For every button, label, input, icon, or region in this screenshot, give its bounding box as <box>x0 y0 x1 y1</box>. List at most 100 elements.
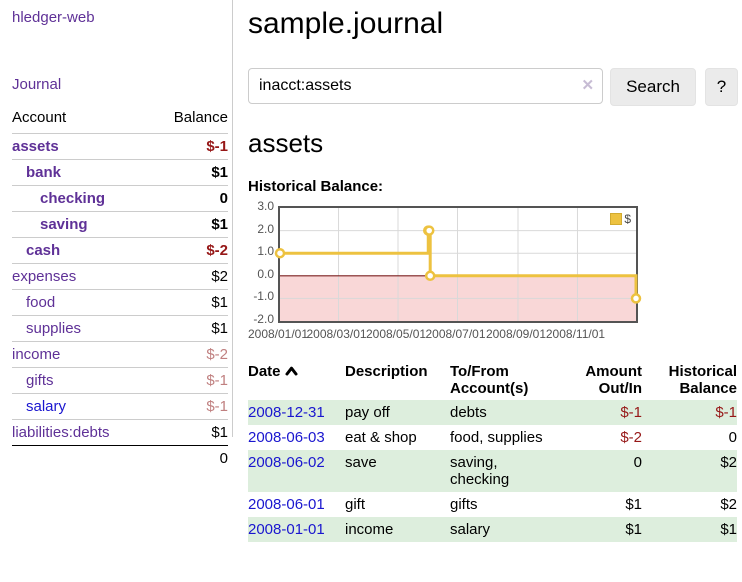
y-axis-label: 0.0 <box>248 267 274 281</box>
transaction-description: gift <box>345 492 450 517</box>
transaction-date-link[interactable]: 2008-06-01 <box>248 496 325 513</box>
balance-col-header: Balance <box>151 109 228 134</box>
y-axis-label: 2.0 <box>248 222 274 236</box>
transaction-row: 2008-12-31 pay off debts $-1 $-1 <box>248 400 737 425</box>
chart-legend: $ <box>610 212 631 226</box>
account-row: liabilities:debts $1 <box>12 420 228 446</box>
register-col-description: Description <box>345 360 450 400</box>
sidebar-divider <box>232 0 233 437</box>
accounts-total-row: 0 <box>12 446 228 472</box>
accounts-table-body: assets $-1 bank $1 checking 0 saving $1 … <box>12 134 228 446</box>
y-axis-label: 3.0 <box>248 199 274 213</box>
clear-search-icon[interactable]: ✕ <box>582 76 595 94</box>
page-title: sample.journal <box>248 7 738 41</box>
account-balance: 0 <box>151 186 228 212</box>
app-title-link[interactable]: hledger-web <box>12 9 95 26</box>
transaction-description: income <box>345 517 450 542</box>
account-balance: $1 <box>151 316 228 342</box>
transaction-accounts: salary <box>450 517 570 542</box>
main-content: sample.journal ✕ Search ? assets Histori… <box>248 0 738 542</box>
account-link[interactable]: expenses <box>12 268 76 285</box>
sort-ascending-icon[interactable] <box>285 363 298 380</box>
legend-label: $ <box>624 212 631 226</box>
account-balance: $-1 <box>151 394 228 420</box>
account-balance: $1 <box>151 290 228 316</box>
accounts-balance-table: Account Balance assets $-1 bank $1 check… <box>12 109 228 471</box>
account-row: cash $-2 <box>12 238 228 264</box>
transaction-row: 2008-01-01 income salary $1 $1 <box>248 517 737 542</box>
transaction-date-link[interactable]: 2008-06-03 <box>248 429 325 446</box>
transaction-date-link[interactable]: 2008-01-01 <box>248 521 325 538</box>
transaction-accounts: saving, checking <box>450 450 570 492</box>
account-balance: $1 <box>151 160 228 186</box>
legend-swatch-icon <box>610 213 622 225</box>
account-link[interactable]: assets <box>12 138 59 155</box>
historical-balance-chart: 3.02.01.00.0-1.0-2.0 $ 2008/01/012008/03… <box>248 204 738 344</box>
account-balance: $1 <box>151 212 228 238</box>
y-axis-label: 1.0 <box>248 244 274 258</box>
transaction-balance: $1 <box>642 517 737 542</box>
account-row: gifts $-1 <box>12 368 228 394</box>
account-link[interactable]: saving <box>12 216 88 233</box>
transaction-row: 2008-06-03 eat & shop food, supplies $-2… <box>248 425 737 450</box>
account-link[interactable]: gifts <box>12 372 54 389</box>
account-balance: $-1 <box>151 134 228 160</box>
accounts-col-header: Account <box>12 109 151 134</box>
account-link[interactable]: cash <box>12 242 60 259</box>
transaction-balance: $2 <box>642 450 737 492</box>
search-button[interactable]: Search <box>610 68 696 106</box>
register-col-accounts: To/From Account(s) <box>450 360 570 400</box>
account-link[interactable]: liabilities:debts <box>12 424 110 441</box>
data-point-marker <box>425 227 433 235</box>
sidebar-item-journal[interactable]: Journal <box>12 76 61 93</box>
register-col-balance: Historical Balance <box>642 360 737 400</box>
chart-plot-area[interactable]: $ <box>278 206 638 323</box>
account-row: food $1 <box>12 290 228 316</box>
account-link[interactable]: supplies <box>12 320 81 337</box>
search-input[interactable] <box>248 68 603 104</box>
data-point-marker <box>426 272 434 280</box>
register-col-date[interactable]: Date <box>248 360 345 400</box>
transaction-amount: 0 <box>570 450 642 492</box>
account-link[interactable]: bank <box>12 164 61 181</box>
register-col-amount: Amount Out/In <box>570 360 642 400</box>
account-balance: $1 <box>151 420 228 446</box>
account-row: supplies $1 <box>12 316 228 342</box>
transaction-balance: 0 <box>642 425 737 450</box>
account-balance: $-1 <box>151 368 228 394</box>
transaction-accounts: gifts <box>450 492 570 517</box>
register-table: Date Description To/From Account(s) Amou… <box>248 360 737 542</box>
account-row: salary $-1 <box>12 394 228 420</box>
account-row: bank $1 <box>12 160 228 186</box>
sidebar: hledger-web Journal Account Balance asse… <box>0 0 233 471</box>
chart-title: Historical Balance: <box>248 178 738 195</box>
x-axis-label: 2008/11/01 <box>535 327 615 341</box>
transaction-date-link[interactable]: 2008-06-02 <box>248 454 325 471</box>
account-link[interactable]: salary <box>12 398 66 415</box>
transaction-amount: $-2 <box>570 425 642 450</box>
transaction-accounts: food, supplies <box>450 425 570 450</box>
account-balance: $2 <box>151 264 228 290</box>
data-point-marker <box>632 294 640 302</box>
account-row: expenses $2 <box>12 264 228 290</box>
y-axis-label: -1.0 <box>248 289 274 303</box>
transaction-description: eat & shop <box>345 425 450 450</box>
data-point-marker <box>276 249 284 257</box>
search-form: ✕ Search ? <box>248 68 738 106</box>
y-axis-label: -2.0 <box>248 312 274 326</box>
account-heading: assets <box>248 128 738 159</box>
transaction-amount: $-1 <box>570 400 642 425</box>
account-row: checking 0 <box>12 186 228 212</box>
help-button[interactable]: ? <box>705 68 738 106</box>
transaction-accounts: debts <box>450 400 570 425</box>
account-link[interactable]: food <box>12 294 55 311</box>
register-table-body: 2008-12-31 pay off debts $-1 $-1 2008-06… <box>248 400 737 542</box>
account-balance: $-2 <box>151 238 228 264</box>
transaction-description: pay off <box>345 400 450 425</box>
account-link[interactable]: checking <box>12 190 105 207</box>
account-link[interactable]: income <box>12 346 60 363</box>
transaction-date-link[interactable]: 2008-12-31 <box>248 404 325 421</box>
accounts-total-value: 0 <box>151 446 228 472</box>
transaction-row: 2008-06-02 save saving, checking 0 $2 <box>248 450 737 492</box>
transaction-balance: $-1 <box>642 400 737 425</box>
